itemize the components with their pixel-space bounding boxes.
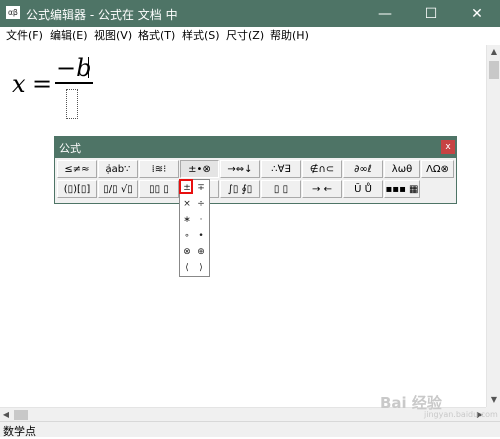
menu-view[interactable]: 视图(V): [94, 27, 132, 45]
palette-matrices-button[interactable]: ▪▪▪ ▦: [384, 180, 420, 198]
window-title: 公式编辑器 - 公式在 文档 中: [26, 8, 178, 22]
palette-subscripts-button[interactable]: ▯▯ ▯: [139, 180, 179, 198]
menu-size[interactable]: 尺寸(Z): [226, 27, 264, 45]
scroll-down-arrow-icon[interactable]: ▼: [487, 393, 500, 407]
formula-palette: 公式 x ≤≠≈ ạ̇ab∵ ⁞≋⁝ ±•⊗ →⇔↓ ∴∀∃ ∉∩⊂ ∂∞ℓ λ…: [54, 136, 457, 204]
close-button[interactable]: ✕: [454, 0, 500, 27]
app-icon: αβ: [6, 6, 20, 19]
vertical-scrollbar[interactable]: ▲ ▼: [486, 45, 500, 407]
fraction-bar: [55, 82, 93, 84]
palette-title: 公式: [59, 142, 81, 155]
symbol-ring[interactable]: ∘: [180, 228, 194, 243]
symbol-right-angle[interactable]: ⟩: [194, 260, 208, 275]
vertical-scroll-thumb[interactable]: [489, 61, 499, 79]
scroll-left-arrow-icon[interactable]: ◀: [0, 408, 12, 422]
text-cursor: [88, 57, 89, 78]
palette-labeled-arrows-button[interactable]: → ←: [302, 180, 342, 198]
equation-equals: =: [32, 70, 53, 98]
symbol-minus-plus[interactable]: ∓: [194, 180, 208, 195]
palette-operators-button[interactable]: ±•⊗: [180, 160, 219, 178]
watermark-url: jingyan.baidu.com: [424, 410, 498, 419]
denominator-slot[interactable]: [66, 89, 78, 119]
menu-edit[interactable]: 编辑(E): [50, 27, 88, 45]
palette-arrows-button[interactable]: →⇔↓: [220, 160, 260, 178]
equation-numerator[interactable]: −b: [56, 54, 91, 82]
palette-close-icon[interactable]: x: [441, 140, 455, 154]
equation-variable-x: x: [12, 70, 26, 98]
symbol-bullet[interactable]: •: [194, 228, 208, 243]
menu-help[interactable]: 帮助(H): [270, 27, 309, 45]
palette-greek-upper-button[interactable]: ΛΩ⊗: [421, 160, 454, 178]
symbol-divide[interactable]: ÷: [194, 196, 208, 211]
scroll-up-arrow-icon[interactable]: ▲: [487, 45, 500, 59]
palette-title-bar[interactable]: 公式 x: [55, 137, 456, 158]
palette-misc-symbols-button[interactable]: ∂∞ℓ: [343, 160, 383, 178]
status-text: 数学点: [3, 425, 36, 438]
palette-fences-button[interactable]: (▯)[▯]: [57, 180, 97, 198]
symbol-times[interactable]: ×: [180, 196, 194, 211]
symbol-circled-plus[interactable]: ⊕: [194, 244, 208, 259]
selection-highlight: [179, 179, 193, 194]
menu-format[interactable]: 格式(T): [138, 27, 175, 45]
palette-spaces-button[interactable]: ạ̇ab∵: [98, 160, 138, 178]
palette-greek-lower-button[interactable]: λωθ: [384, 160, 420, 178]
menu-style[interactable]: 样式(S): [182, 27, 220, 45]
symbol-left-angle[interactable]: ⟨: [180, 260, 194, 275]
status-bar: 数学点: [0, 421, 500, 438]
palette-relations-button[interactable]: ≤≠≈: [57, 160, 97, 178]
horizontal-scroll-thumb[interactable]: [14, 410, 28, 420]
symbol-circled-times[interactable]: ⊗: [180, 244, 194, 259]
minimize-button[interactable]: —: [362, 0, 408, 27]
palette-sets-button[interactable]: ∉∩⊂: [302, 160, 342, 178]
menu-bar: 文件(F) 编辑(E) 视图(V) 格式(T) 样式(S) 尺寸(Z) 帮助(H…: [0, 27, 500, 45]
palette-integrals-button[interactable]: ∫▯ ∮▯: [220, 180, 260, 198]
symbol-asterisk[interactable]: ∗: [180, 212, 194, 227]
palette-embellishments-button[interactable]: ⁞≋⁝: [139, 160, 179, 178]
palette-logic-button[interactable]: ∴∀∃: [261, 160, 301, 178]
maximize-button[interactable]: ☐: [408, 0, 454, 27]
palette-bars-button[interactable]: ▯ ▯: [261, 180, 301, 198]
palette-fractions-button[interactable]: ▯/▯ √▯: [98, 180, 138, 198]
symbol-dot[interactable]: ·: [194, 212, 208, 227]
menu-file[interactable]: 文件(F): [6, 27, 43, 45]
palette-products-button[interactable]: Ū Ů: [343, 180, 383, 198]
title-bar: αβ 公式编辑器 - 公式在 文档 中 — ☐ ✕: [0, 0, 500, 27]
